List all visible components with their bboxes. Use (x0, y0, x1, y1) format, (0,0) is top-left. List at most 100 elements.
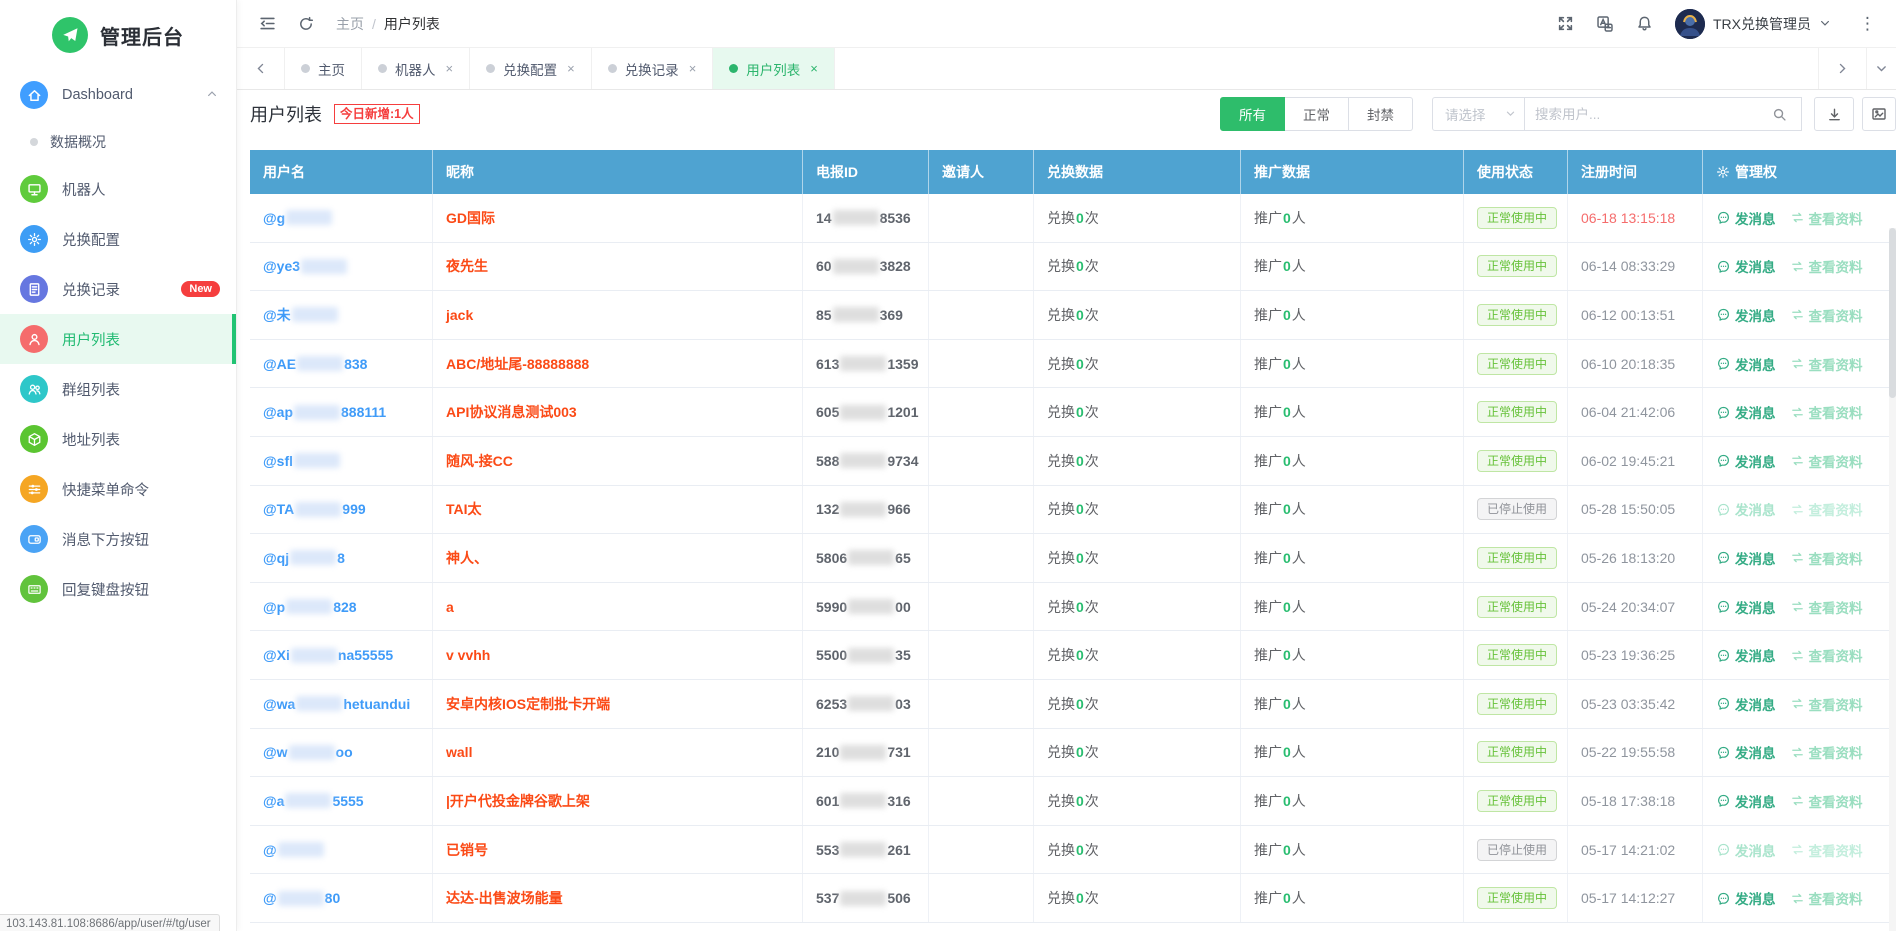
username-link[interactable]: @wahetuandui (263, 696, 410, 712)
username-link[interactable]: @a5555 (263, 793, 364, 809)
send-message-button[interactable]: 发消息 (1716, 791, 1776, 811)
register-time-cell: 06-02 19:45:21 (1568, 437, 1703, 485)
username-link[interactable]: @ap888111 (263, 404, 386, 420)
sidebar-item[interactable]: 用户列表 (0, 314, 236, 364)
sidebar-item[interactable]: 兑换记录New (0, 264, 236, 314)
send-message-button[interactable]: 发消息 (1716, 354, 1776, 374)
nickname-text: 安卓内核IOS定制批卡开端 (446, 694, 610, 714)
tab-item[interactable]: 机器人× (362, 48, 470, 89)
send-message-button[interactable]: 发消息 (1716, 840, 1776, 860)
export-image-button[interactable] (1862, 97, 1896, 131)
close-icon[interactable]: × (689, 61, 697, 76)
user-menu[interactable]: TRX兑换管理员 (1675, 9, 1831, 39)
inviter-cell (929, 874, 1034, 922)
inviter-cell (929, 437, 1034, 485)
actions-cell: 发消息查看资料 (1703, 729, 1896, 777)
view-profile-button[interactable]: 查看资料 (1790, 645, 1863, 665)
tab-home[interactable]: 主页 (285, 48, 362, 89)
send-message-button[interactable]: 发消息 (1716, 208, 1776, 228)
close-icon[interactable]: × (567, 61, 575, 76)
username-link[interactable]: @TA999 (263, 501, 366, 517)
column-header: 管理权 (1703, 150, 1896, 194)
view-profile-button[interactable]: 查看资料 (1790, 256, 1863, 276)
view-profile-button[interactable]: 查看资料 (1790, 548, 1863, 568)
username-link[interactable]: @g (263, 210, 333, 226)
sidebar-item[interactable]: 回复键盘按钮 (0, 564, 236, 614)
username-cell: @80 (250, 874, 433, 922)
close-icon[interactable]: × (446, 61, 454, 76)
send-message-button[interactable]: 发消息 (1716, 694, 1776, 714)
view-profile-button[interactable]: 查看资料 (1790, 694, 1863, 714)
view-profile-button[interactable]: 查看资料 (1790, 354, 1863, 374)
send-message-button[interactable]: 发消息 (1716, 305, 1776, 325)
send-message-button[interactable]: 发消息 (1716, 256, 1776, 276)
send-message-button[interactable]: 发消息 (1716, 645, 1776, 665)
view-profile-button[interactable]: 查看资料 (1790, 791, 1863, 811)
collapse-sidebar-icon[interactable] (259, 15, 276, 32)
view-profile-button[interactable]: 查看资料 (1790, 305, 1863, 325)
download-button[interactable] (1814, 97, 1854, 131)
vertical-scrollbar[interactable] (1889, 228, 1896, 931)
username-link[interactable]: @ (263, 842, 325, 858)
refresh-icon[interactable] (298, 16, 314, 32)
promo-cell: 推广0人 (1241, 874, 1464, 922)
more-menu-icon[interactable]: ⋮ (1853, 14, 1882, 34)
tab-item[interactable]: 兑换记录× (592, 48, 714, 89)
username-link[interactable]: @qj8 (263, 550, 345, 566)
user-icon (20, 325, 48, 353)
close-icon[interactable]: × (810, 61, 818, 76)
username-link[interactable]: @未 (263, 305, 339, 325)
view-profile-button[interactable]: 查看资料 (1790, 208, 1863, 228)
send-message-button[interactable]: 发消息 (1716, 451, 1776, 471)
view-profile-button[interactable]: 查看资料 (1790, 451, 1863, 471)
tabs-scroll-right-icon[interactable] (1818, 48, 1866, 89)
fullscreen-icon[interactable] (1557, 15, 1574, 32)
actions-cell: 发消息查看资料 (1703, 388, 1896, 436)
view-profile-button[interactable]: 查看资料 (1790, 888, 1863, 908)
redacted-blur (292, 307, 338, 322)
tab-item[interactable]: 用户列表× (713, 48, 835, 89)
sidebar-subitem[interactable]: 数据概况 (0, 120, 236, 164)
view-profile-button[interactable]: 查看资料 (1790, 597, 1863, 617)
sidebar-item[interactable]: Dashboard (0, 70, 236, 120)
register-time-cell: 05-26 18:13:20 (1568, 534, 1703, 582)
send-message-button[interactable]: 发消息 (1716, 888, 1776, 908)
send-message-button[interactable]: 发消息 (1716, 499, 1776, 519)
username-link[interactable]: @Xina55555 (263, 647, 393, 663)
sidebar-item[interactable]: 快捷菜单命令 (0, 464, 236, 514)
username-link[interactable]: @sfl (263, 453, 341, 469)
send-message-button[interactable]: 发消息 (1716, 597, 1776, 617)
notifications-bell-icon[interactable] (1636, 15, 1653, 32)
telegram-id-cell: 6131359 (803, 340, 929, 388)
tabs-scroll-left-icon[interactable] (237, 48, 285, 89)
redacted-blur (295, 502, 341, 517)
filter-button[interactable]: 封禁 (1349, 97, 1413, 131)
tabs-menu-icon[interactable] (1866, 48, 1896, 89)
view-profile-button[interactable]: 查看资料 (1790, 402, 1863, 422)
filter-select[interactable]: 请选择 (1432, 97, 1525, 131)
username-link[interactable]: @ye3 (263, 258, 348, 274)
view-profile-button[interactable]: 查看资料 (1790, 499, 1863, 519)
username-link[interactable]: @woo (263, 744, 353, 760)
sidebar-item[interactable]: 机器人 (0, 164, 236, 214)
search-icon[interactable] (1757, 98, 1801, 130)
send-message-button[interactable]: 发消息 (1716, 548, 1776, 568)
column-header-label: 管理权 (1735, 162, 1777, 182)
send-message-button[interactable]: 发消息 (1716, 402, 1776, 422)
breadcrumb-home[interactable]: 主页 (336, 14, 364, 34)
username-link[interactable]: @p828 (263, 599, 357, 615)
username-link[interactable]: @AE838 (263, 356, 367, 372)
sidebar-item[interactable]: 兑换配置 (0, 214, 236, 264)
search-input[interactable] (1525, 98, 1757, 130)
language-icon[interactable] (1596, 15, 1614, 33)
tab-item[interactable]: 兑换配置× (470, 48, 592, 89)
sidebar-item[interactable]: 地址列表 (0, 414, 236, 464)
sidebar-item[interactable]: 群组列表 (0, 364, 236, 414)
filter-button[interactable]: 正常 (1285, 97, 1349, 131)
view-profile-button[interactable]: 查看资料 (1790, 840, 1863, 860)
sidebar-item[interactable]: 消息下方按钮 (0, 514, 236, 564)
view-profile-button[interactable]: 查看资料 (1790, 742, 1863, 762)
username-link[interactable]: @80 (263, 890, 340, 906)
send-message-button[interactable]: 发消息 (1716, 742, 1776, 762)
filter-button[interactable]: 所有 (1220, 97, 1285, 131)
